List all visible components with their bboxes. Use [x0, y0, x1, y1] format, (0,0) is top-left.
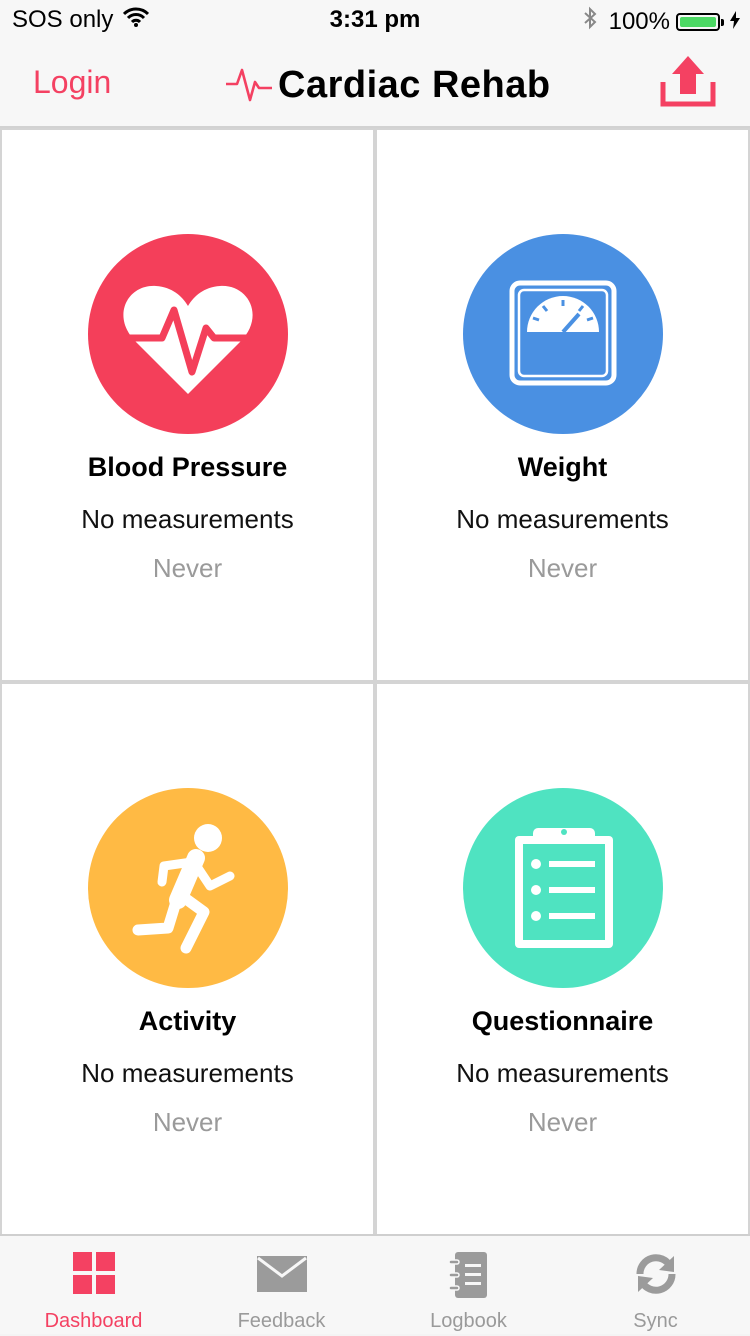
tab-dashboard[interactable]: Dashboard — [0, 1236, 187, 1336]
tile-status: No measurements — [456, 504, 669, 534]
sync-icon — [634, 1252, 678, 1301]
tab-logbook[interactable]: Logbook — [375, 1236, 562, 1336]
tile-title: Weight — [517, 452, 608, 482]
dashboard-grid: Blood Pressure No measurements Never Wei… — [0, 128, 750, 1234]
tile-title: Blood Pressure — [87, 452, 288, 482]
tile-title: Activity — [138, 1006, 237, 1036]
grid-icon — [72, 1252, 115, 1299]
charging-icon — [730, 8, 740, 36]
tab-sync[interactable]: Sync — [562, 1236, 749, 1336]
battery-percent: 100% — [608, 7, 670, 35]
questionnaire-tile[interactable]: Questionnaire No measurements Never — [377, 684, 748, 1234]
app-title: Cardiac Rehab — [226, 60, 551, 111]
upload-icon — [660, 56, 716, 114]
status-bar: SOS only 3:31 pm 100% — [0, 0, 750, 40]
status-right: 100% — [583, 6, 740, 37]
tile-last-updated: Never — [152, 553, 223, 583]
tile-last-updated: Never — [152, 1107, 223, 1137]
battery-icon — [676, 12, 724, 31]
heart-pulse-icon — [87, 234, 288, 434]
login-button[interactable]: Login — [33, 64, 111, 101]
bluetooth-icon — [583, 6, 597, 37]
heartbeat-line-icon — [226, 60, 272, 111]
tab-feedback[interactable]: Feedback — [188, 1236, 375, 1336]
tab-label: Dashboard — [44, 1310, 143, 1332]
blood-pressure-tile[interactable]: Blood Pressure No measurements Never — [2, 130, 373, 680]
running-person-icon — [87, 788, 288, 988]
notebook-icon — [447, 1252, 489, 1303]
weight-tile[interactable]: Weight No measurements Never — [377, 130, 748, 680]
envelope-icon — [256, 1256, 307, 1297]
tab-label: Feedback — [237, 1310, 326, 1332]
upload-button[interactable] — [660, 52, 716, 110]
tile-status: No measurements — [456, 1058, 669, 1088]
tile-status: No measurements — [81, 504, 294, 534]
activity-tile[interactable]: Activity No measurements Never — [2, 684, 373, 1234]
tab-label: Sync — [633, 1310, 678, 1332]
app-title-text: Cardiac Rehab — [278, 64, 551, 106]
tab-label: Logbook — [430, 1310, 507, 1332]
tile-title: Questionnaire — [471, 1006, 654, 1036]
tile-last-updated: Never — [527, 553, 598, 583]
tab-bar: Dashboard Feedback Logbook Sync — [0, 1234, 750, 1334]
clipboard-icon — [462, 788, 663, 988]
tile-status: No measurements — [81, 1058, 294, 1088]
tile-last-updated: Never — [527, 1107, 598, 1137]
scale-icon — [462, 234, 663, 434]
nav-bar: Login Cardiac Rehab — [0, 40, 750, 128]
